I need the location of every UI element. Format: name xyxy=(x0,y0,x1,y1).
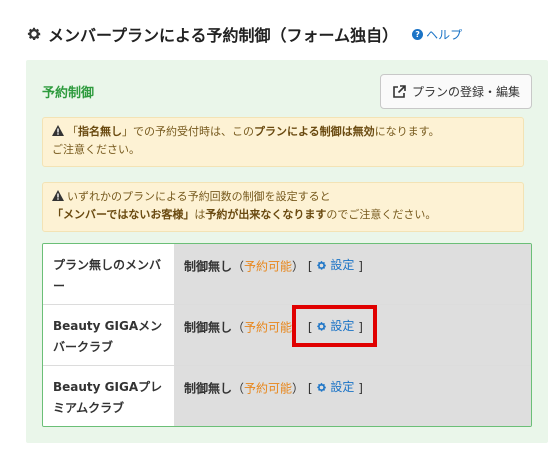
settings-button[interactable]: 設定 xyxy=(316,316,354,336)
bracket: ] xyxy=(358,320,363,335)
gear-icon xyxy=(317,260,327,270)
gear-icon xyxy=(317,321,327,331)
help-link[interactable]: ? ヘルプ xyxy=(412,26,462,43)
bracket: [ xyxy=(307,320,313,335)
plan-button-label: プランの登録・編集 xyxy=(411,85,520,99)
table-row: Beauty GIGAプレミアムクラブ 制御無し（予約可能） [ 設定 ] xyxy=(43,366,531,426)
title-text: メンバープランによる予約制御（フォーム独自） xyxy=(48,26,399,45)
notice-bold: 予約が出来なくなります xyxy=(205,208,327,221)
help-label: ヘルプ xyxy=(426,27,463,42)
availability-status: 予約可能 xyxy=(244,320,293,335)
plan-name: プラン無しのメンバー xyxy=(43,244,174,304)
gear-icon xyxy=(317,382,327,392)
paren: ） xyxy=(292,259,305,274)
paren: ） xyxy=(292,320,305,335)
bracket: ] xyxy=(358,259,363,274)
settings-label: 設定 xyxy=(330,319,355,333)
notice-bold: プランによる制御は無効 xyxy=(254,125,375,138)
notice-text: は xyxy=(194,208,206,221)
notice-text: 「 xyxy=(67,125,78,138)
page-title: メンバープランによる予約制御（フォーム独自） ? ヘルプ xyxy=(26,22,462,46)
external-link-icon xyxy=(393,84,406,98)
notice-bold: 指名無し xyxy=(78,125,122,138)
bracket: [ xyxy=(307,381,313,396)
warning-icon xyxy=(52,190,64,201)
gear-icon xyxy=(27,27,41,40)
settings-label: 設定 xyxy=(330,258,355,272)
bracket: [ xyxy=(307,259,313,274)
notice-text: 」での予約受付時は、この xyxy=(122,125,254,138)
notice-bold: 「メンバーではないお客様」 xyxy=(52,208,195,221)
plan-control-cell: 制御無し（予約可能） [ 設定 ] xyxy=(174,366,531,426)
plan-register-edit-button[interactable]: プランの登録・編集 xyxy=(379,74,532,109)
settings-button[interactable]: 設定 xyxy=(316,255,354,275)
notice-text: になります。 xyxy=(374,125,440,138)
plan-control-cell: 制御無し（予約可能） [ 設定 ] xyxy=(174,244,531,304)
control-status: 制御無し xyxy=(184,320,233,335)
notice-text: のでご注意ください。 xyxy=(326,208,437,221)
paren: （ xyxy=(232,259,245,274)
control-status: 制御無し xyxy=(184,259,233,274)
paren: （ xyxy=(232,381,245,396)
notice-text: ご注意ください。 xyxy=(52,143,140,156)
availability-status: 予約可能 xyxy=(244,259,293,274)
warning-icon xyxy=(52,125,64,136)
notice-text: いずれかのプランによる予約回数の制御を設定すると xyxy=(67,190,331,203)
plan-control-panel: 予約制御 プランの登録・編集 「指名無し」での予約受付時は、このプランによる制御… xyxy=(26,60,548,443)
settings-button[interactable]: 設定 xyxy=(316,377,354,397)
availability-status: 予約可能 xyxy=(244,381,293,396)
notice-unassigned: 「指名無し」での予約受付時は、このプランによる制御は無効になります。 ご注意くだ… xyxy=(42,117,524,167)
section-label: 予約制御 xyxy=(42,86,95,101)
control-status: 制御無し xyxy=(184,381,233,396)
table-row: Beauty GIGAメンバークラブ 制御無し（予約可能） [ 設定 ] xyxy=(43,305,531,366)
plan-name: Beauty GIGAプレミアムクラブ xyxy=(43,366,174,426)
settings-label: 設定 xyxy=(330,380,355,394)
help-icon: ? xyxy=(412,28,424,40)
paren: （ xyxy=(232,320,245,335)
notice-nonmember: いずれかのプランによる予約回数の制御を設定すると 「メンバーではないお客様」は予… xyxy=(42,182,524,232)
plan-table: プラン無しのメンバー 制御無し（予約可能） [ 設定 ] Beauty GIGA… xyxy=(42,243,532,427)
paren: ） xyxy=(292,381,305,396)
plan-control-cell: 制御無し（予約可能） [ 設定 ] xyxy=(174,305,531,365)
table-row: プラン無しのメンバー 制御無し（予約可能） [ 設定 ] xyxy=(43,244,531,305)
plan-name: Beauty GIGAメンバークラブ xyxy=(43,305,174,365)
bracket: ] xyxy=(358,381,363,396)
